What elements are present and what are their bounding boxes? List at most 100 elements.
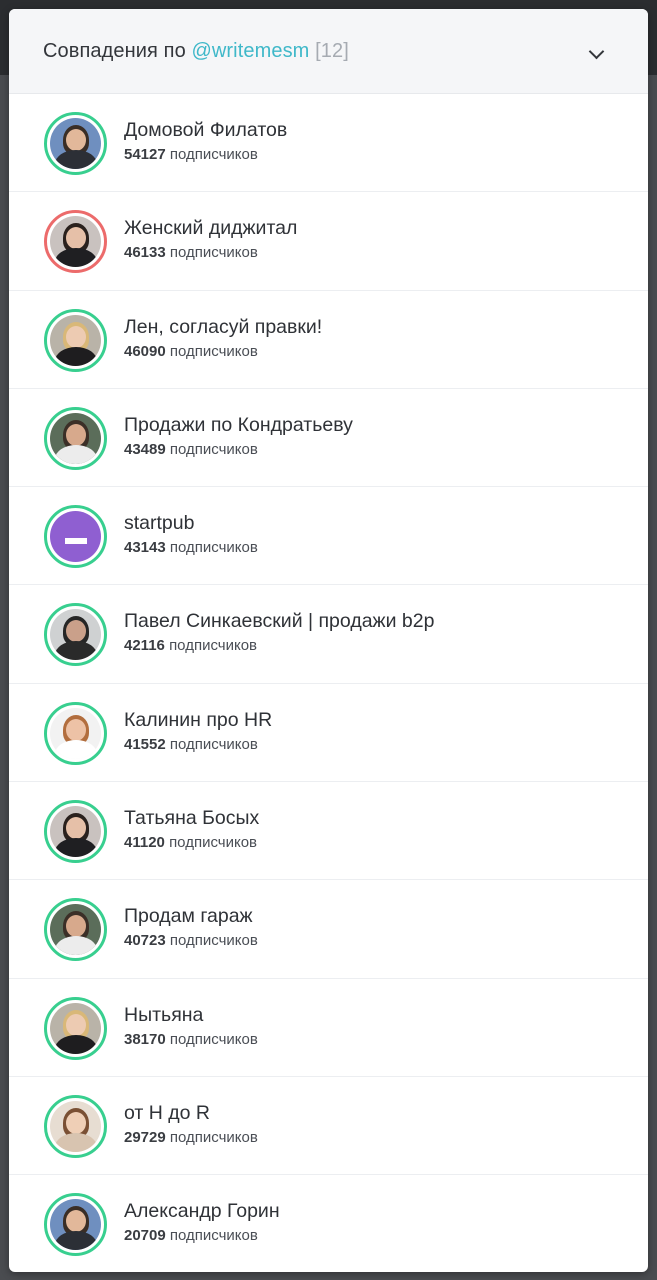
channel-name[interactable]: Татьяна Босых bbox=[124, 806, 259, 830]
channel-name[interactable]: Продам гараж bbox=[124, 904, 258, 928]
subscriber-number: 46090 bbox=[124, 342, 166, 360]
channel-name[interactable]: Домовой Филатов bbox=[124, 118, 287, 142]
channel-name[interactable]: от Н до R bbox=[124, 1101, 258, 1125]
subscriber-count: 54127 подписчиков bbox=[124, 145, 287, 165]
subscriber-label: подписчиков bbox=[169, 440, 258, 458]
channel-list-item[interactable]: Нытьяна 38170 подписчиков bbox=[9, 979, 648, 1077]
subscriber-number: 54127 bbox=[124, 146, 166, 163]
channel-list-item[interactable]: Домовой Филатов 54127 подписчиков bbox=[9, 94, 648, 193]
subscriber-number: 41552 bbox=[124, 735, 166, 753]
channel-list-item[interactable]: Павел Синкаевский | продажи b2p 42116 под… bbox=[9, 585, 648, 684]
subscriber-label: подписчиков bbox=[169, 637, 258, 655]
avatar-face bbox=[65, 227, 86, 250]
avatar-ring bbox=[44, 406, 107, 470]
title-prefix: Совпадения по bbox=[43, 39, 186, 62]
avatar-body bbox=[54, 739, 97, 759]
avatar bbox=[50, 412, 101, 464]
matches-panel: Совпадения по @writemesm [12] Домовой Фи… bbox=[9, 9, 648, 1272]
avatar-body bbox=[54, 838, 97, 858]
avatar bbox=[50, 1002, 101, 1054]
channel-name[interactable]: Женский диджитал bbox=[124, 216, 297, 240]
avatar-ring bbox=[44, 1094, 107, 1158]
subscriber-label: подписчиков bbox=[169, 932, 258, 950]
avatar-body bbox=[54, 1034, 97, 1054]
avatar bbox=[50, 904, 101, 956]
panel-title: Совпадения по @writemesm [12] bbox=[43, 40, 349, 63]
avatar-face bbox=[65, 915, 86, 938]
avatar-face bbox=[65, 1013, 86, 1036]
avatar bbox=[50, 1100, 101, 1152]
subscriber-number: 43489 bbox=[124, 440, 166, 458]
channel-info: Александр Горин 20709 подписчиков bbox=[124, 1199, 280, 1246]
avatar-face bbox=[65, 423, 86, 446]
subscriber-count: 43143 подписчиков bbox=[124, 538, 258, 558]
channel-info: startpub 43143 подписчиков bbox=[124, 511, 258, 558]
channel-info: от Н до R 29729 подписчиков bbox=[124, 1101, 258, 1148]
channel-list-item[interactable]: Продажи по Кондратьеву 43489 подписчиков bbox=[9, 389, 648, 488]
channel-list: Домовой Филатов 54127 подписчиков Женский … bbox=[9, 94, 648, 1272]
avatar-face bbox=[65, 817, 86, 840]
subscriber-number: 40723 bbox=[124, 932, 166, 950]
subscriber-count: 41552 подписчиков bbox=[124, 735, 272, 755]
channel-info: Нытьяна 38170 подписчиков bbox=[124, 1003, 258, 1050]
subscriber-number: 41120 bbox=[124, 834, 165, 852]
channel-list-item[interactable]: startpub 43143 подписчиков bbox=[9, 487, 648, 586]
subscriber-number: 42116 bbox=[124, 637, 165, 655]
avatar-ring bbox=[44, 505, 107, 569]
subscriber-label: подписчиков bbox=[169, 342, 258, 360]
avatar bbox=[50, 707, 101, 759]
channel-list-item[interactable]: Калинин про HR 41552 подписчиков bbox=[9, 684, 648, 783]
channel-list-item[interactable]: Александр Горин 20709 подписчиков bbox=[9, 1175, 648, 1272]
channel-name[interactable]: Александр Горин bbox=[124, 1199, 280, 1223]
subscriber-label: подписчиков bbox=[169, 244, 258, 262]
avatar-body bbox=[54, 641, 97, 661]
subscriber-count: 46090 подписчиков bbox=[124, 342, 322, 362]
avatar bbox=[50, 1199, 101, 1251]
avatar bbox=[50, 609, 101, 661]
subscriber-count: 20709 подписчиков bbox=[124, 1226, 280, 1246]
avatar bbox=[50, 216, 101, 268]
channel-name[interactable]: Павел Синкаевский | продажи b2p bbox=[124, 609, 434, 633]
panel-header[interactable]: Совпадения по @writemesm [12] bbox=[9, 9, 648, 94]
subscriber-number: 20709 bbox=[124, 1227, 166, 1245]
subscriber-count: 40723 подписчиков bbox=[124, 931, 258, 951]
chevron-down-icon[interactable] bbox=[588, 43, 605, 60]
avatar-ring bbox=[44, 112, 107, 175]
avatar-ring bbox=[44, 603, 107, 667]
channel-name[interactable]: Лен, согласуй правки! bbox=[124, 315, 322, 339]
channel-list-item[interactable]: Татьяна Босых 41120 подписчиков bbox=[9, 782, 648, 881]
channel-info: Калинин про HR 41552 подписчиков bbox=[124, 708, 272, 755]
avatar-ring bbox=[44, 1193, 107, 1257]
avatar bbox=[50, 314, 101, 366]
avatar-ring bbox=[44, 996, 107, 1060]
channel-list-item[interactable]: от Н до R 29729 подписчиков bbox=[9, 1077, 648, 1176]
channel-name[interactable]: Продажи по Кондратьеву bbox=[124, 413, 353, 437]
subscriber-count: 29729 подписчиков bbox=[124, 1128, 258, 1148]
avatar-ring bbox=[44, 210, 107, 274]
channel-list-item[interactable]: Женский диджитал 46133 подписчиков bbox=[9, 192, 648, 291]
channel-handle[interactable]: @writemesm bbox=[191, 40, 309, 62]
avatar-ring bbox=[44, 898, 107, 962]
channel-info: Татьяна Босых 41120 подписчиков bbox=[124, 806, 259, 853]
channel-name[interactable]: Нытьяна bbox=[124, 1003, 258, 1027]
subscriber-count: 46133 подписчиков bbox=[124, 243, 297, 263]
subscriber-number: 29729 bbox=[124, 1128, 166, 1146]
channel-name[interactable]: startpub bbox=[124, 511, 258, 535]
subscriber-label: подписчиков bbox=[169, 1030, 258, 1048]
channel-list-item[interactable]: Продам гараж 40723 подписчиков bbox=[9, 880, 648, 979]
subscriber-count: 43489 подписчиков bbox=[124, 440, 353, 460]
channel-name[interactable]: Калинин про HR bbox=[124, 708, 272, 732]
subscriber-number: 38170 bbox=[124, 1030, 166, 1048]
subscriber-label: подписчиков bbox=[169, 834, 258, 852]
logo-bar bbox=[64, 537, 87, 544]
subscriber-number: 43143 bbox=[124, 539, 166, 557]
channel-list-item[interactable]: Лен, согласуй правки! 46090 подписчиков bbox=[9, 291, 648, 389]
avatar bbox=[50, 806, 101, 858]
avatar-ring bbox=[44, 701, 107, 765]
avatar-body bbox=[54, 936, 97, 956]
avatar-body bbox=[54, 346, 97, 366]
channel-info: Продажи по Кондратьеву 43489 подписчиков bbox=[124, 413, 353, 460]
avatar-body bbox=[54, 444, 97, 464]
avatar-face bbox=[65, 718, 86, 741]
channel-info: Продам гараж 40723 подписчиков bbox=[124, 904, 258, 951]
